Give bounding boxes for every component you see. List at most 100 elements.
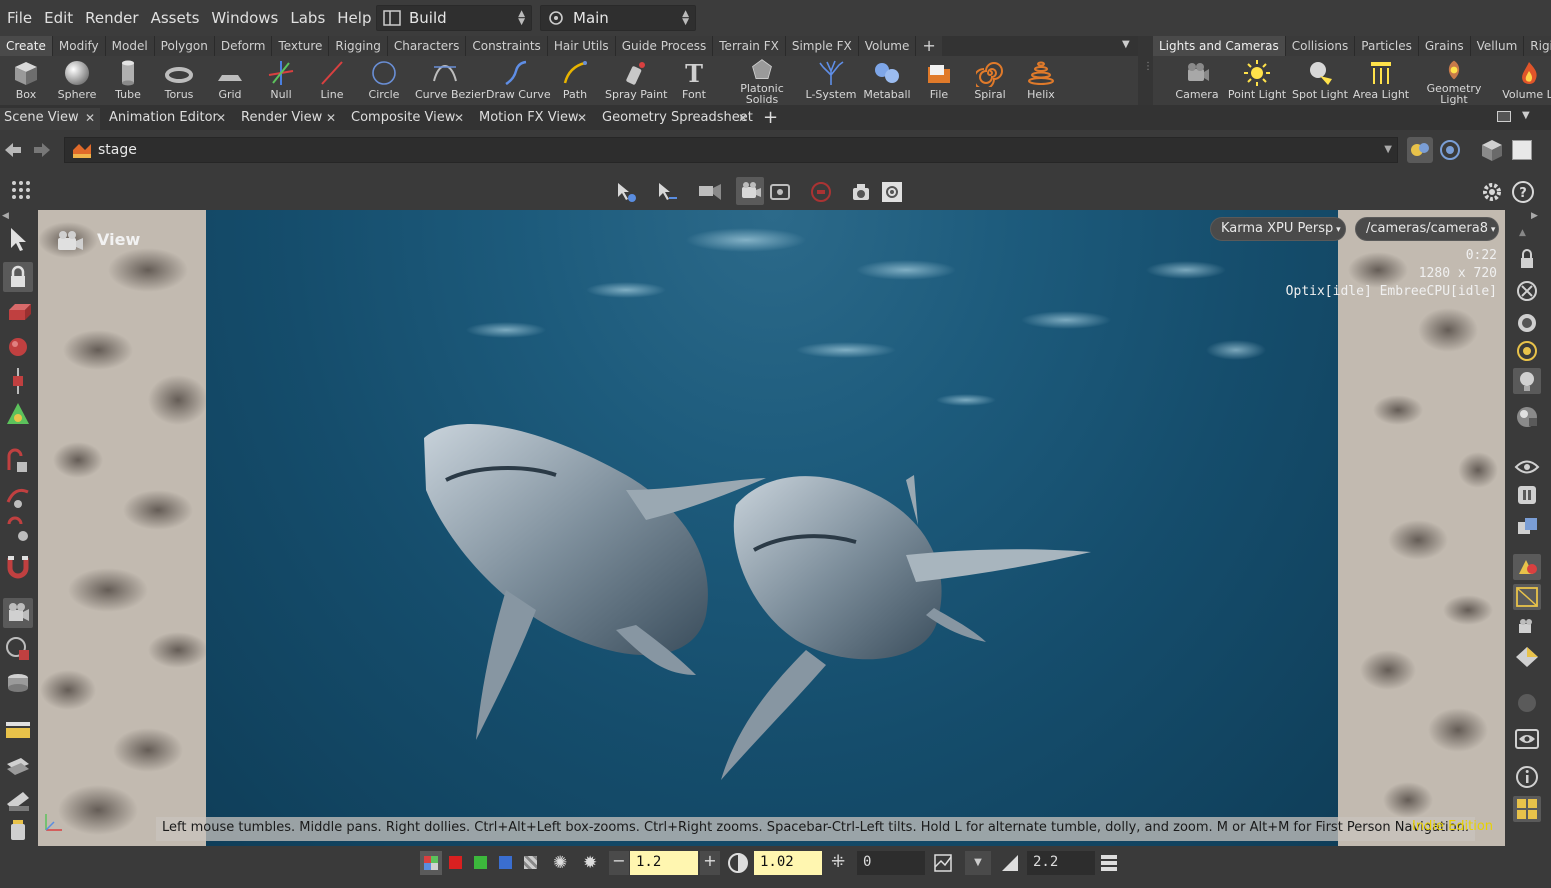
lighting-mode-icon[interactable]	[1513, 338, 1541, 364]
menu-file[interactable]: File	[1, 9, 38, 27]
lut-dropdown-button[interactable]: ▼	[965, 851, 991, 875]
layer-stack-icon[interactable]	[3, 752, 33, 782]
tool-point-light[interactable]: Point Light	[1227, 56, 1287, 105]
exposure-field[interactable]: 1.2	[630, 851, 698, 875]
menu-render[interactable]: Render	[79, 9, 144, 27]
exposure-increment-button[interactable]: +	[700, 851, 720, 875]
shelf-tab-create[interactable]: Create	[0, 36, 53, 56]
lop-stack-icon[interactable]	[3, 668, 33, 698]
target-icon[interactable]	[1438, 138, 1462, 162]
menu-help[interactable]: Help	[331, 9, 377, 27]
shelf-tab-polygon[interactable]: Polygon	[154, 36, 215, 56]
path-dropdown-icon[interactable]: ▼	[1384, 144, 1392, 155]
edit-material-icon[interactable]	[3, 786, 33, 816]
background-toggle-button[interactable]	[1512, 140, 1532, 160]
shelf-tab-guide-process[interactable]: Guide Process	[615, 36, 714, 56]
display-options-gear-icon[interactable]	[1479, 179, 1505, 205]
shelf-tab-constraints[interactable]: Constraints	[466, 36, 548, 56]
camera-select[interactable]: /cameras/camera8 ▾	[1355, 217, 1499, 241]
blue-channel-button[interactable]	[499, 856, 512, 869]
shelf-tab-rigid-bodies[interactable]: Rigid Bo	[1524, 36, 1551, 56]
offset-field[interactable]: 0	[857, 851, 925, 875]
tool-l-system[interactable]: L-System	[801, 56, 861, 105]
tab-render-view[interactable]: Render View	[237, 108, 326, 130]
tool-platonic-solids[interactable]: Platonic Solids	[732, 56, 792, 105]
lut-icon[interactable]	[932, 852, 954, 874]
curve-edit-icon[interactable]	[3, 482, 33, 512]
shelf-tab-grains[interactable]: Grains	[1418, 36, 1471, 56]
shelf-tab-lights-cameras[interactable]: Lights and Cameras	[1153, 36, 1286, 56]
shelf-tab-rigging[interactable]: Rigging	[329, 36, 388, 56]
tool-curve-bezier[interactable]: Curve Bezier	[415, 56, 485, 105]
alpha-channel-button[interactable]	[524, 856, 537, 869]
shelf-tab-collisions[interactable]: Collisions	[1285, 36, 1356, 56]
tool-line[interactable]: Line	[302, 56, 362, 105]
stop-render-icon[interactable]	[809, 181, 833, 203]
scene-viewport[interactable]: View Karma XPU Persp ▾ /cameras/camera8 …	[38, 210, 1505, 846]
render-settings-icon[interactable]	[880, 180, 904, 204]
green-channel-button[interactable]	[474, 856, 487, 869]
display-objects-icon[interactable]	[1513, 514, 1541, 540]
menu-windows[interactable]: Windows	[205, 9, 284, 27]
tool-spray-paint[interactable]: Spray Paint	[605, 56, 667, 105]
menu-edit[interactable]: Edit	[38, 9, 79, 27]
exposure-icon[interactable]: ✹	[583, 853, 597, 873]
gamma-contrast-icon[interactable]	[727, 852, 749, 874]
snapshot-camera-icon[interactable]	[849, 180, 875, 204]
render-region-icon[interactable]	[768, 181, 792, 203]
tool-volume-light[interactable]: Volume Li	[1501, 56, 1551, 105]
renderer-select[interactable]: Karma XPU Persp ▾	[1210, 217, 1346, 241]
tool-helix[interactable]: Helix	[1011, 56, 1071, 105]
tool-draw-curve[interactable]: Draw Curve	[486, 56, 551, 105]
desktop-select[interactable]: Build ▲ ▼	[376, 5, 532, 31]
shelf-tab-particles[interactable]: Particles	[1355, 36, 1419, 56]
tab-close-icon[interactable]: ✕	[85, 111, 95, 125]
shelf-tab-deform[interactable]: Deform	[214, 36, 273, 56]
cube-view-icon[interactable]	[1479, 137, 1505, 163]
dot-grid-menu-icon[interactable]	[11, 180, 37, 204]
red-channel-button[interactable]	[449, 856, 462, 869]
tool-metaball[interactable]: Metaball	[857, 56, 917, 105]
transform-handle-icon[interactable]	[3, 298, 33, 328]
wireframe-toggle-button[interactable]	[1513, 584, 1541, 610]
add-shelf-tab-icon[interactable]: +	[916, 36, 942, 56]
scroll-up-arrow-icon[interactable]: ▲	[1519, 228, 1526, 238]
rotate-handle-icon[interactable]	[3, 332, 33, 362]
shelf-tab-modify[interactable]: Modify	[52, 36, 106, 56]
tool-circle[interactable]: Circle	[354, 56, 414, 105]
pose-tool-icon[interactable]	[3, 448, 33, 478]
lock-camera-icon[interactable]	[1513, 246, 1541, 272]
offset-icon[interactable]: ⁜	[831, 852, 845, 872]
shelf-tab-characters[interactable]: Characters	[387, 36, 467, 56]
tab-close-icon[interactable]: ✕	[577, 111, 587, 125]
select-pick-icon[interactable]	[614, 180, 640, 204]
snap-tool-icon[interactable]	[695, 180, 723, 204]
display-gamma-icon[interactable]	[999, 852, 1021, 874]
light-array-icon[interactable]	[3, 714, 33, 744]
headlight-icon[interactable]	[1513, 310, 1541, 336]
tool-area-light[interactable]: Area Light	[1351, 56, 1411, 105]
add-pane-tab-icon[interactable]: +	[763, 107, 778, 128]
correction-menu-icon[interactable]	[1098, 852, 1120, 874]
view-camera-toggle[interactable]	[3, 598, 33, 628]
network-path-field[interactable]: stage ▼	[64, 137, 1398, 163]
tab-composite-view[interactable]: Composite View	[347, 108, 459, 130]
shelf-tab-texture[interactable]: Texture	[272, 36, 330, 56]
tool-geometry-light[interactable]: Geometry Light	[1424, 56, 1484, 105]
info-icon[interactable]	[1513, 764, 1541, 790]
maximize-pane-icon[interactable]	[1497, 111, 1511, 122]
context-select[interactable]: Main ▲ ▼	[540, 5, 696, 31]
forward-arrow-icon[interactable]	[32, 141, 52, 159]
back-arrow-icon[interactable]	[3, 141, 23, 159]
help-icon[interactable]: ?	[1511, 180, 1535, 204]
exposure-decrement-button[interactable]: −	[609, 851, 629, 875]
tool-path[interactable]: Path	[545, 56, 605, 105]
tab-close-icon[interactable]: ✕	[738, 111, 748, 125]
tab-close-icon[interactable]: ✕	[216, 111, 226, 125]
left-collapse-arrow-icon[interactable]: ◀	[2, 211, 9, 221]
shelf-tab-volume[interactable]: Volume	[858, 36, 917, 56]
paint-bucket-icon[interactable]	[3, 816, 33, 846]
viewport-eye-icon[interactable]	[1513, 726, 1541, 752]
shelf-tab-hair-utils[interactable]: Hair Utils	[547, 36, 616, 56]
select-arrow-icon[interactable]	[3, 224, 33, 254]
